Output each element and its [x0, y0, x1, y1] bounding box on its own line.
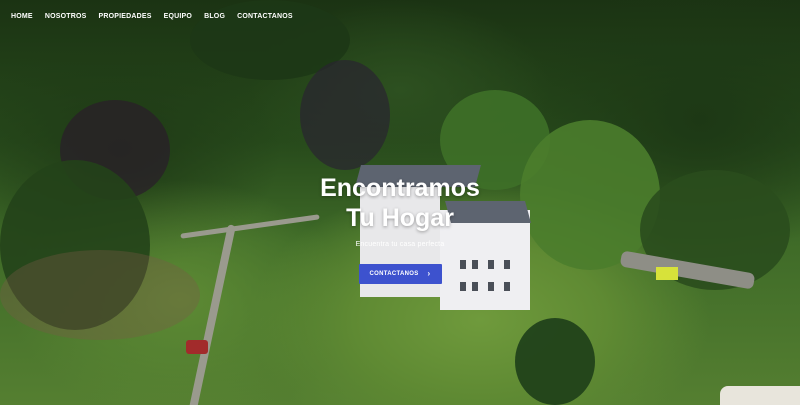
hero-subtitle: Encuentra tu casa perfecta — [355, 241, 445, 248]
main-nav: HOME NOSOTROS PROPIEDADES EQUIPO BLOG CO… — [11, 13, 305, 20]
nav-item-contactanos[interactable]: CONTACTANOS — [237, 13, 293, 20]
nav-item-propiedades[interactable]: PROPIEDADES — [98, 13, 151, 20]
hero-content: Encontramos Tu Hogar Encuentra tu casa p… — [0, 173, 800, 284]
cta-label: CONTACTANOS — [369, 271, 419, 277]
tree-canopy — [515, 318, 595, 405]
hero-title-line1: Encontramos — [320, 174, 480, 202]
nav-item-blog[interactable]: BLOG — [204, 13, 225, 20]
chevron-right-icon: › — [427, 269, 431, 278]
tree-canopy — [300, 60, 390, 170]
nav-item-home[interactable]: HOME — [11, 13, 33, 20]
car — [186, 340, 208, 354]
hero-title: Encontramos Tu Hogar — [0, 173, 800, 233]
tent — [720, 386, 800, 405]
nav-item-nosotros[interactable]: NOSOTROS — [45, 13, 87, 20]
hero-title-line2: Tu Hogar — [346, 204, 454, 232]
contact-cta-button[interactable]: CONTACTANOS › — [358, 264, 442, 284]
nav-item-equipo[interactable]: EQUIPO — [164, 13, 192, 20]
